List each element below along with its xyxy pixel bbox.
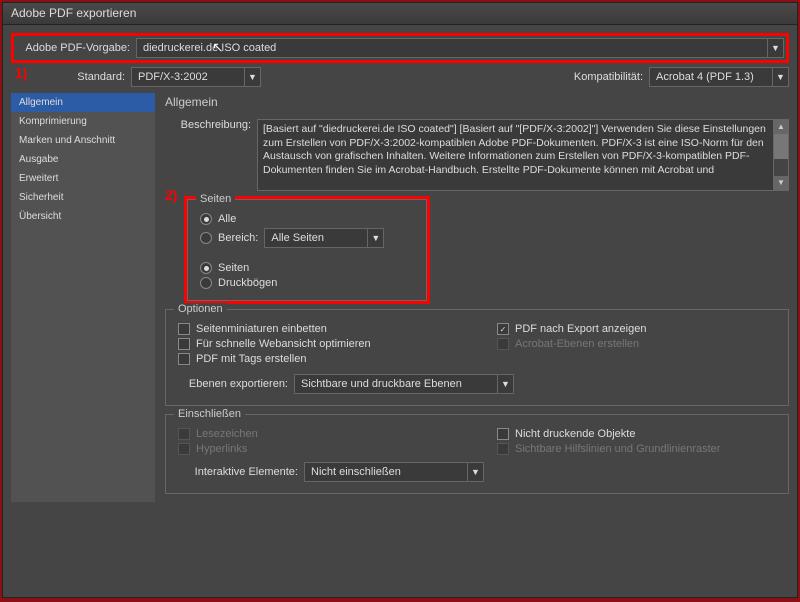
scrollbar[interactable]: ▲ ▼: [773, 120, 788, 190]
radio-range-label: Bereich:: [218, 232, 258, 244]
check-tagged-label: PDF mit Tags erstellen: [196, 353, 306, 365]
sidebar-item-uebersicht[interactable]: Übersicht: [11, 207, 155, 226]
interactive-label: Interaktive Elemente:: [178, 466, 298, 478]
check-view-label: PDF nach Export anzeigen: [515, 323, 646, 335]
compat-label: Kompatibilität:: [574, 71, 649, 83]
compat-value: Acrobat 4 (PDF 1.3): [650, 71, 772, 83]
sidebar-item-ausgabe[interactable]: Ausgabe: [11, 150, 155, 169]
titlebar: Adobe PDF exportieren: [3, 3, 797, 25]
check-layers: [497, 338, 509, 350]
chevron-down-icon[interactable]: ▼: [367, 229, 383, 247]
include-group: Einschließen Lesezeichen Hyperlinks Nich…: [165, 414, 789, 494]
preset-label: Adobe PDF-Vorgabe:: [16, 42, 136, 54]
radio-spreads[interactable]: [200, 277, 212, 289]
options-legend: Optionen: [174, 303, 227, 315]
description-label: Beschreibung:: [165, 119, 251, 191]
sidebar-item-sicherheit[interactable]: Sicherheit: [11, 188, 155, 207]
radio-pages[interactable]: [200, 262, 212, 274]
standard-label: Standard:: [11, 71, 131, 83]
sidebar-item-marken[interactable]: Marken und Anschnitt: [11, 131, 155, 150]
chevron-down-icon[interactable]: ▼: [767, 39, 783, 57]
check-nonprint[interactable]: [497, 428, 509, 440]
sidebar-item-erweitert[interactable]: Erweitert: [11, 169, 155, 188]
export-layers-dropdown[interactable]: Sichtbare und druckbare Ebenen ▼: [294, 374, 514, 394]
description-box: [Basiert auf "diedruckerei.de ISO coated…: [257, 119, 789, 191]
preset-row: Adobe PDF-Vorgabe: diedruckerei.de ISO c…: [11, 33, 789, 63]
check-guides-label: Sichtbare Hilfslinien und Grundlinienras…: [515, 443, 720, 455]
compat-dropdown[interactable]: Acrobat 4 (PDF 1.3) ▼: [649, 67, 789, 87]
pages-group: Seiten Alle Bereich: Alle Seiten ▼ Seite…: [187, 199, 427, 301]
radio-all[interactable]: [200, 213, 212, 225]
interactive-value: Nicht einschließen: [305, 466, 467, 478]
export-layers-label: Ebenen exportieren:: [178, 378, 288, 390]
pages-legend: Seiten: [196, 193, 235, 205]
options-group: Optionen Seitenminiaturen einbetten Für …: [165, 309, 789, 406]
standard-value: PDF/X-3:2002: [132, 71, 244, 83]
scroll-up-icon[interactable]: ▲: [774, 120, 788, 134]
check-fastweb-label: Für schnelle Webansicht optimieren: [196, 338, 371, 350]
sidebar: Allgemein Komprimierung Marken und Ansch…: [11, 93, 155, 502]
standard-dropdown[interactable]: PDF/X-3:2002 ▼: [131, 67, 261, 87]
check-tagged[interactable]: [178, 353, 190, 365]
check-layers-label: Acrobat-Ebenen erstellen: [515, 338, 639, 350]
chevron-down-icon[interactable]: ▼: [497, 375, 513, 393]
radio-pages-label: Seiten: [218, 262, 249, 274]
radio-range[interactable]: [200, 232, 212, 244]
interactive-dropdown[interactable]: Nicht einschließen ▼: [304, 462, 484, 482]
check-guides: [497, 443, 509, 455]
description-text: [Basiert auf "diedruckerei.de ISO coated…: [258, 120, 773, 190]
check-thumbs-label: Seitenminiaturen einbetten: [196, 323, 327, 335]
check-hyperlinks-label: Hyperlinks: [196, 443, 247, 455]
preset-dropdown[interactable]: diedruckerei.de ISO coated ▼: [136, 38, 784, 58]
range-value: Alle Seiten: [265, 232, 367, 244]
annotation-2: 2): [165, 187, 177, 203]
check-fastweb[interactable]: [178, 338, 190, 350]
scroll-thumb[interactable]: [774, 134, 788, 159]
chevron-down-icon[interactable]: ▼: [772, 68, 788, 86]
check-thumbs[interactable]: [178, 323, 190, 335]
scroll-down-icon[interactable]: ▼: [774, 176, 788, 190]
export-layers-value: Sichtbare und druckbare Ebenen: [295, 378, 497, 390]
panel-heading: Allgemein: [165, 95, 789, 109]
range-dropdown[interactable]: Alle Seiten ▼: [264, 228, 384, 248]
check-view[interactable]: [497, 323, 509, 335]
sidebar-item-komprimierung[interactable]: Komprimierung: [11, 112, 155, 131]
check-bookmarks-label: Lesezeichen: [196, 428, 258, 440]
check-nonprint-label: Nicht druckende Objekte: [515, 428, 635, 440]
include-legend: Einschließen: [174, 408, 245, 420]
chevron-down-icon[interactable]: ▼: [467, 463, 483, 481]
chevron-down-icon[interactable]: ▼: [244, 68, 260, 86]
check-hyperlinks: [178, 443, 190, 455]
radio-all-label: Alle: [218, 213, 236, 225]
preset-value: diedruckerei.de ISO coated: [137, 42, 767, 54]
check-bookmarks: [178, 428, 190, 440]
radio-spreads-label: Druckbögen: [218, 277, 277, 289]
sidebar-item-allgemein[interactable]: Allgemein: [11, 93, 155, 112]
